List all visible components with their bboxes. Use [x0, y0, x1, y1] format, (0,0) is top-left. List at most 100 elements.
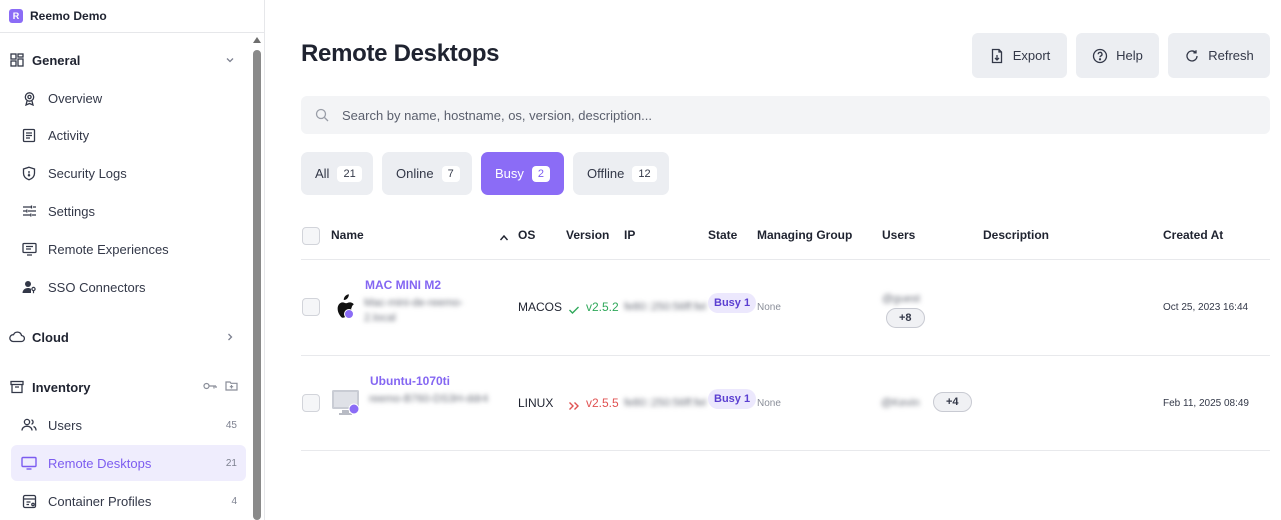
export-label: Export	[1012, 48, 1051, 63]
sidebar-item-label: Remote Experiences	[48, 241, 169, 257]
filter-label: Online	[396, 166, 434, 181]
chevron-right-icon[interactable]	[222, 329, 238, 345]
filter-label: All	[315, 166, 330, 181]
section-general[interactable]: General	[0, 43, 248, 77]
help-label: Help	[1116, 48, 1143, 63]
folder-add-icon[interactable]	[225, 378, 238, 396]
managing-group: None	[757, 398, 781, 409]
section-label: General	[32, 52, 81, 68]
sidebar-item-remote-experiences[interactable]: Remote Experiences	[11, 231, 246, 267]
sidebar-item-count: 21	[225, 457, 237, 469]
filter-tab-online[interactable]: Online 7	[382, 152, 472, 195]
section-cloud[interactable]: Cloud	[0, 320, 248, 354]
created-at: Feb 11, 2025 08:49	[1163, 398, 1249, 409]
sidebar-item-label: Settings	[48, 203, 95, 219]
search-icon	[314, 107, 330, 123]
column-header-ip[interactable]: IP	[624, 228, 635, 242]
device-hostname: reemo-B760-DS3H-ddr4	[369, 393, 489, 405]
linux-desktop-icon	[331, 389, 361, 417]
sidebar-item-security-logs[interactable]: Security Logs	[11, 155, 246, 191]
filter-count: 7	[441, 165, 460, 182]
document-list-icon	[20, 126, 38, 144]
device-name-link[interactable]: Ubuntu-1070ti	[370, 374, 450, 388]
archive-box-icon	[9, 379, 25, 395]
section-label: Inventory	[32, 379, 91, 395]
key-icon[interactable]	[203, 378, 217, 396]
filter-label: Offline	[587, 166, 625, 181]
table-divider	[301, 259, 1270, 260]
export-button[interactable]: Export	[972, 33, 1067, 78]
extra-users-pill[interactable]: +4	[933, 392, 972, 412]
refresh-button[interactable]: Refresh	[1168, 33, 1270, 78]
filter-tab-all[interactable]: All 21	[301, 152, 373, 195]
user-handle[interactable]: @Kevin	[881, 396, 920, 411]
device-version: v2.5.5	[586, 396, 619, 410]
device-version: v2.5.2	[586, 300, 619, 314]
apple-os-icon	[332, 294, 356, 320]
filter-tab-busy[interactable]: Busy 2	[481, 152, 564, 195]
user-handle[interactable]: @guest	[882, 292, 920, 307]
sort-ascending-icon[interactable]	[499, 229, 509, 247]
sidebar-item-settings[interactable]: Settings	[11, 193, 246, 229]
double-chevron-right-icon	[568, 398, 580, 416]
scroll-up-arrow-icon[interactable]	[253, 37, 261, 43]
table-row-divider	[301, 450, 1270, 451]
sidebar-item-users[interactable]: Users 45	[11, 407, 246, 443]
chevron-down-icon[interactable]	[222, 52, 238, 68]
device-os: MACOS	[518, 300, 563, 314]
state-label: Busy	[714, 297, 741, 309]
users-icon	[20, 416, 38, 434]
filter-tab-offline[interactable]: Offline 12	[573, 152, 669, 195]
managing-group: None	[757, 302, 781, 313]
state-badge: Busy 1	[708, 293, 757, 313]
scrollbar-thumb[interactable]	[253, 50, 261, 520]
filter-count: 12	[632, 165, 657, 182]
sidebar-item-label: Overview	[48, 90, 103, 106]
user-key-icon	[20, 278, 38, 296]
sidebar-item-container-profiles[interactable]: Container Profiles 4	[11, 483, 246, 519]
column-header-version[interactable]: Version	[566, 228, 609, 242]
device-hostname: Mac-mini-de-reemo-2.local	[364, 297, 464, 324]
sidebar-item-label: Users	[48, 417, 82, 433]
column-header-os[interactable]: OS	[518, 228, 535, 242]
file-export-icon	[989, 48, 1005, 64]
workspace-header[interactable]: R Reemo Demo	[0, 0, 264, 33]
table-row-divider	[301, 355, 1270, 356]
monitor-icon	[20, 454, 38, 472]
sidebar-item-overview[interactable]: Overview	[11, 80, 246, 116]
search-input[interactable]	[342, 107, 1242, 123]
column-header-managing-group[interactable]: Managing Group	[757, 228, 852, 242]
monitor-chat-icon	[20, 240, 38, 258]
state-count: 1	[743, 393, 751, 405]
select-all-checkbox[interactable]	[302, 227, 320, 245]
state-label: Busy	[714, 393, 741, 405]
state-badge: Busy 1	[708, 389, 757, 409]
column-header-name[interactable]: Name	[331, 228, 364, 242]
column-header-state[interactable]: State	[708, 228, 737, 242]
extra-users-pill[interactable]: +8	[886, 308, 925, 328]
sidebar-item-label: Remote Desktops	[48, 455, 152, 471]
column-header-created-at[interactable]: Created At	[1163, 228, 1223, 242]
sidebar-scrollbar[interactable]	[251, 34, 263, 520]
device-name-link[interactable]: MAC MINI M2	[365, 278, 441, 292]
filter-count: 2	[531, 165, 551, 182]
device-ip: fe80::250:56ff:fe8b	[624, 301, 706, 313]
search-bar[interactable]	[301, 96, 1270, 134]
sidebar-item-label: Security Logs	[48, 165, 127, 181]
state-count: 1	[743, 297, 751, 309]
column-header-description[interactable]: Description	[983, 228, 1049, 242]
row-checkbox[interactable]	[302, 298, 320, 316]
section-inventory[interactable]: Inventory	[0, 370, 248, 404]
sidebar-item-label: Container Profiles	[48, 493, 152, 509]
help-button[interactable]: Help	[1076, 33, 1159, 78]
sidebar-item-remote-desktops[interactable]: Remote Desktops 21	[11, 445, 246, 481]
sidebar-item-activity[interactable]: Activity	[11, 117, 246, 153]
cloud-icon	[9, 329, 25, 345]
badge-icon	[20, 89, 38, 107]
device-ip: fe80::250:56ff:fe8b	[624, 397, 706, 409]
sidebar-item-sso-connectors[interactable]: SSO Connectors	[11, 269, 246, 305]
column-header-users[interactable]: Users	[882, 228, 915, 242]
sidebar-item-count: 45	[225, 419, 237, 431]
dashboard-grid-icon	[9, 52, 25, 68]
row-checkbox[interactable]	[302, 394, 320, 412]
